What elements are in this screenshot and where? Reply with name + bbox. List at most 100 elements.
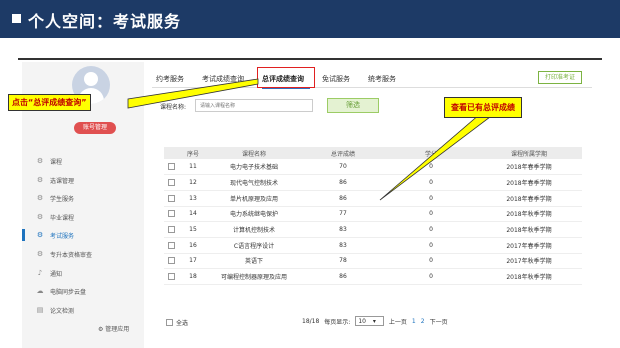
row-checkbox[interactable]: [167, 226, 175, 234]
credits: 0: [386, 237, 476, 254]
row-index: 17: [178, 253, 208, 270]
course-name: 现代电气控制技术: [208, 174, 300, 191]
sidebar-item-label: 考试服务: [50, 232, 75, 240]
row-checkbox[interactable]: [167, 163, 175, 171]
row-checkbox[interactable]: [167, 179, 175, 187]
overall-score: 86: [300, 268, 386, 285]
tab-bar: 约考服务 考试成绩查询 总评成绩查询 免试服务 统考服务: [152, 68, 592, 88]
column-header: 总评成绩: [300, 147, 386, 159]
sidebar-item-graduation-courses[interactable]: ⚙ 毕业课程: [36, 211, 74, 223]
course-name: 单片机原理及应用: [208, 190, 300, 207]
table-row: 11 电力电子技术基础 70 0 2018年春季学期: [164, 159, 582, 176]
sidebar-item-label: 毕业课程: [50, 214, 75, 222]
course-name: 计算机控制技术: [208, 221, 300, 238]
credits: 0: [386, 159, 476, 176]
row-index: 14: [178, 206, 208, 223]
print-admission-ticket-button[interactable]: 打印准考证: [538, 71, 582, 84]
pagination: 18/18 每页显示: 10 ▾ 上一页 1 2 下一页: [302, 316, 453, 326]
course-name-input[interactable]: [195, 99, 313, 112]
document-icon: ▤: [36, 306, 44, 314]
table-row: 17 英语下 78 0 2017年秋季学期: [164, 253, 582, 270]
sidebar-item-upgrade-review[interactable]: ⚙ 专升本资格审查: [36, 248, 92, 260]
per-page-value: 10: [358, 318, 366, 325]
table-header-row: 序号 课程名称 总评成绩 学分 课程所属学期: [164, 147, 582, 159]
sidebar-item-thesis-check[interactable]: ▤ 论文检测: [36, 304, 74, 316]
overall-score: 70: [300, 159, 386, 176]
filter-button[interactable]: 筛选: [327, 98, 379, 113]
tab-exemption[interactable]: 免试服务: [322, 74, 350, 84]
sidebar-item-course-selection[interactable]: ⚙ 选课管理: [36, 174, 74, 186]
column-header: 课程名称: [208, 147, 300, 159]
callout-click-overall-scores: 点击“总评成绩查询”: [8, 94, 91, 111]
per-page-label: 每页显示:: [324, 318, 351, 326]
page-1-button[interactable]: 1: [412, 318, 416, 325]
select-all[interactable]: 全选: [166, 318, 188, 327]
header-checkbox-cell: [164, 147, 178, 159]
bullet-square-icon: [12, 14, 21, 23]
scores-table: 序号 课程名称 总评成绩 学分 课程所属学期 11 电力电子技术基础 70 0 …: [164, 147, 582, 285]
gear-icon: ⚙: [36, 157, 44, 165]
course-name: C语言程序设计: [208, 237, 300, 254]
column-header: 学分: [386, 147, 476, 159]
row-index: 13: [178, 190, 208, 207]
overall-score: 86: [300, 190, 386, 207]
row-index: 15: [178, 221, 208, 238]
tab-highlight-box: [257, 67, 315, 88]
gear-icon: ⚙: [36, 194, 44, 202]
overall-score: 77: [300, 206, 386, 223]
row-checkbox[interactable]: [167, 194, 175, 202]
callout-view-overall-scores: 查看已有总评成绩: [444, 97, 522, 118]
sidebar-item-label: 电脑同步云盘: [50, 288, 87, 296]
tab-exam-booking[interactable]: 约考服务: [156, 74, 184, 84]
column-header: 课程所属学期: [476, 147, 582, 159]
sidebar-item-label: 通知: [50, 270, 63, 278]
column-header: 序号: [178, 147, 208, 159]
per-page-select[interactable]: 10 ▾: [355, 316, 384, 326]
course-name-label: 课程名称:: [160, 104, 187, 111]
sidebar-item-exam-services[interactable]: ⚙ 考试服务: [36, 229, 74, 241]
manage-apps-button[interactable]: ⚙ 管理应用: [98, 324, 129, 333]
gear-icon: ⚙: [36, 250, 44, 258]
sidebar-item-student-services[interactable]: ⚙ 学生服务: [36, 192, 74, 204]
table-row: 12 现代电气控制技术 86 0 2018年春季学期: [164, 174, 582, 191]
sidebar-item-cloud-sync[interactable]: ☁ 电脑同步云盘: [36, 285, 87, 297]
table-row: 16 C语言程序设计 83 0 2017年春季学期: [164, 237, 582, 254]
select-all-label: 全选: [176, 320, 189, 327]
tab-unified-exam[interactable]: 统考服务: [368, 74, 396, 84]
record-count: 18/18: [302, 317, 320, 325]
sidebar-item-courses[interactable]: ⚙ 课程: [36, 155, 62, 167]
page-2-button[interactable]: 2: [421, 318, 425, 325]
overall-score: 83: [300, 221, 386, 238]
sidebar-item-label: 选课管理: [50, 177, 75, 185]
row-checkbox[interactable]: [167, 210, 175, 218]
row-index: 16: [178, 237, 208, 254]
bell-icon: ♪: [37, 269, 43, 277]
credits: 0: [386, 221, 476, 238]
sidebar-item-label: 学生服务: [50, 195, 75, 203]
semester: 2018年春季学期: [476, 190, 582, 207]
row-checkbox[interactable]: [167, 273, 175, 281]
overall-score: 86: [300, 174, 386, 191]
course-name: 英语下: [208, 253, 300, 270]
sidebar-item-notifications[interactable]: ♪ 通知: [36, 267, 62, 279]
row-checkbox[interactable]: [167, 257, 175, 265]
select-all-checkbox[interactable]: [166, 319, 173, 326]
account-manage-button[interactable]: 账号管理: [74, 122, 116, 134]
row-checkbox[interactable]: [167, 241, 175, 249]
active-indicator: [22, 229, 25, 241]
table-row: 14 电力系统继电保护 77 0 2018年秋季学期: [164, 206, 582, 223]
row-index: 18: [178, 268, 208, 285]
credits: 0: [386, 206, 476, 223]
overall-score: 78: [300, 253, 386, 270]
prev-page-button[interactable]: 上一页: [389, 317, 407, 326]
manage-apps-label: 管理应用: [105, 326, 130, 333]
slide-header: 个人空间：考试服务: [0, 0, 620, 38]
credits: 0: [386, 268, 476, 285]
course-name: 电力系统继电保护: [208, 206, 300, 223]
row-index: 11: [178, 159, 208, 176]
tab-exam-scores[interactable]: 考试成绩查询: [202, 74, 244, 84]
table-row: 18 可编程控制器原理及应用 86 0 2018年秋季学期: [164, 268, 582, 285]
next-page-button[interactable]: 下一页: [430, 317, 448, 326]
sidebar-item-label: 专升本资格审查: [50, 251, 93, 259]
overall-score: 83: [300, 237, 386, 254]
